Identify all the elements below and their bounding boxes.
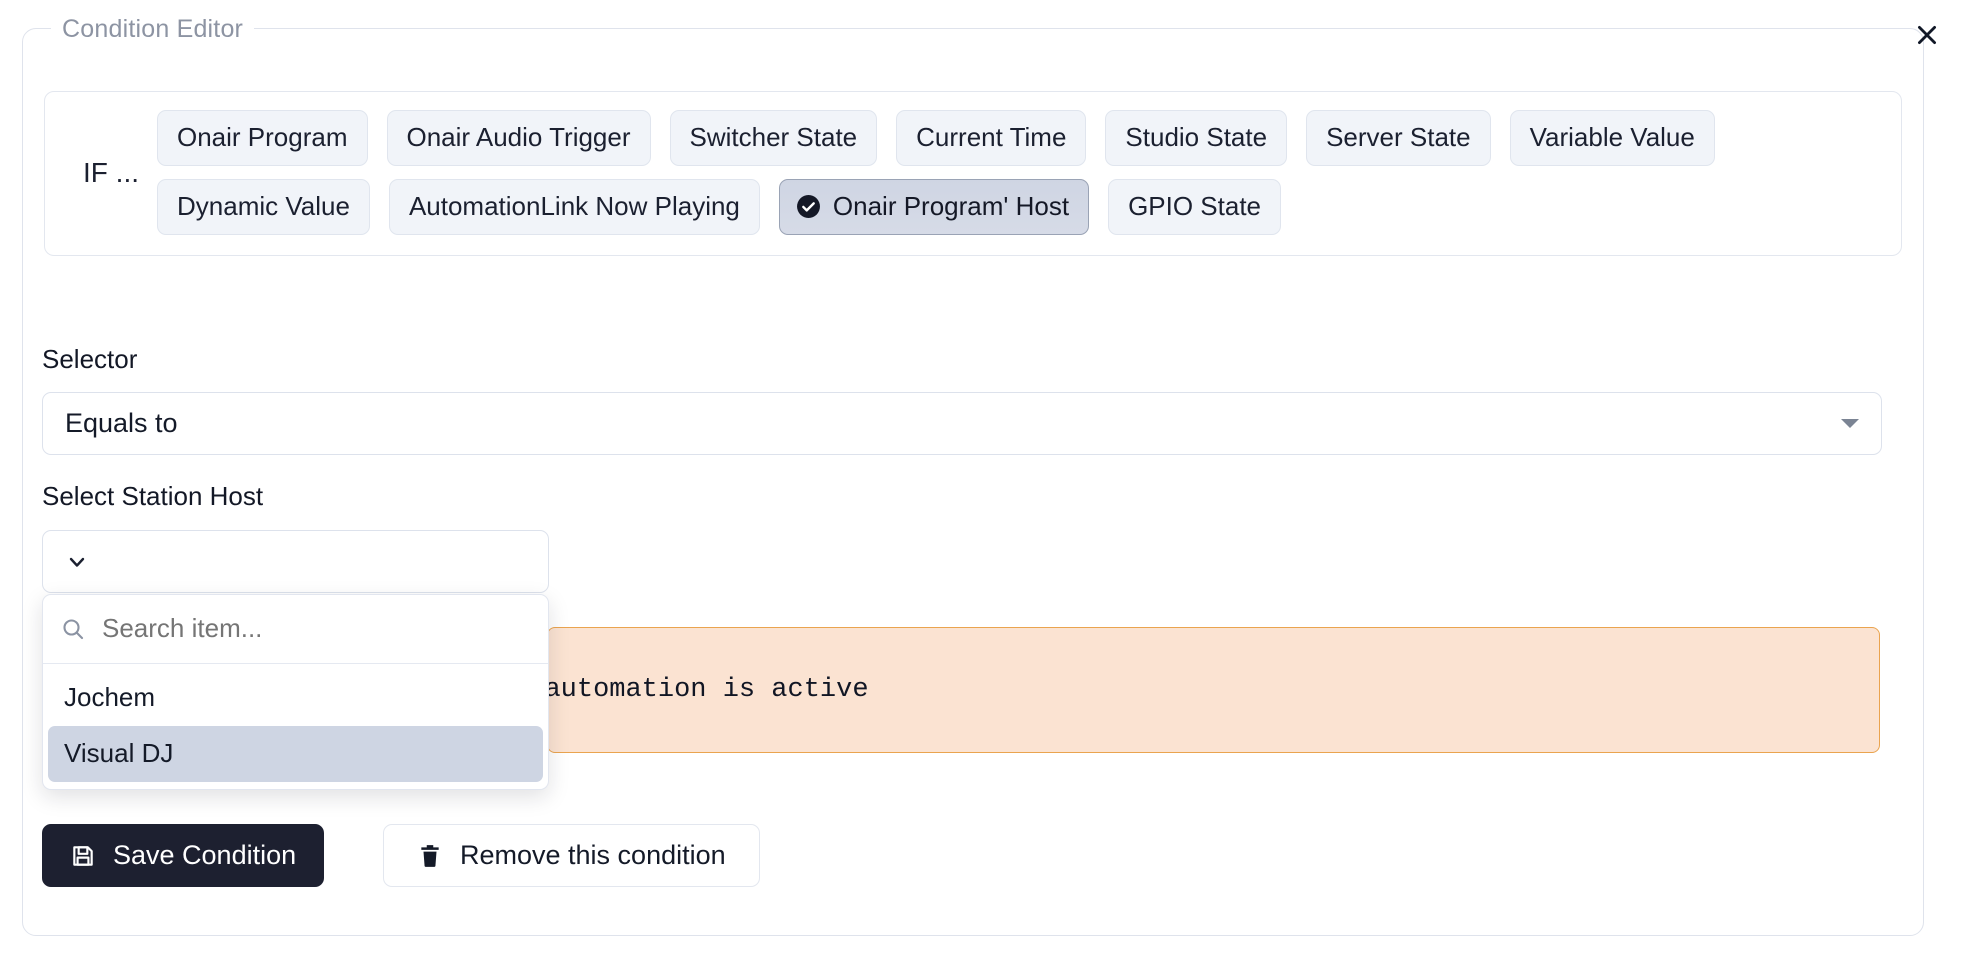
- page-title: Condition Editor: [51, 13, 255, 45]
- chevron-down-icon: [43, 550, 89, 574]
- selector-label: Selector: [42, 344, 138, 374]
- dropdown-item-visual-dj[interactable]: Visual DJ: [48, 726, 543, 782]
- selector-dropdown[interactable]: Equals to: [42, 392, 1882, 455]
- dropdown-item-list: Jochem Visual DJ: [43, 664, 548, 789]
- save-condition-label: Save Condition: [113, 840, 297, 870]
- condition-type-chooser: IF ... Onair Program Onair Audio Trigger…: [44, 91, 1902, 256]
- chip-label: Onair Program' Host: [832, 191, 1070, 221]
- chip-rows: Onair Program Onair Audio Trigger Switch…: [157, 110, 1885, 235]
- preview-tail-text: THEN this automation is active: [547, 675, 869, 705]
- condition-preview-banner: is equal to * THEN this automation is ac…: [547, 627, 1880, 753]
- check-circle-icon: [796, 194, 821, 219]
- selector-value: Equals to: [65, 408, 178, 438]
- chip-studio-state[interactable]: Studio State: [1105, 110, 1288, 166]
- station-host-combobox[interactable]: [42, 530, 549, 593]
- save-condition-button[interactable]: Save Condition: [42, 824, 325, 887]
- trash-icon: [417, 843, 443, 869]
- chip-current-time[interactable]: Current Time: [896, 110, 1087, 166]
- remove-condition-label: Remove this condition: [460, 840, 726, 870]
- chip-server-state[interactable]: Server State: [1306, 110, 1491, 166]
- search-input[interactable]: [100, 612, 530, 645]
- if-label: IF ...: [83, 156, 139, 188]
- chip-onair-program-host[interactable]: Onair Program' Host: [778, 179, 1090, 235]
- chip-gpio-state[interactable]: GPIO State: [1108, 179, 1282, 235]
- preview-text: is equal to * THEN this automation is ac…: [547, 667, 877, 713]
- chip-row-1: Onair Program Onair Audio Trigger Switch…: [157, 110, 1885, 166]
- dropdown-search-row[interactable]: [43, 595, 548, 664]
- remove-condition-button[interactable]: Remove this condition: [383, 824, 760, 887]
- save-icon: [70, 843, 96, 869]
- condition-editor-screen: Condition Editor IF ... Onair Program On…: [0, 0, 1974, 974]
- close-icon[interactable]: [1910, 18, 1944, 52]
- station-host-dropdown-panel: Jochem Visual DJ: [42, 594, 549, 790]
- chip-row-2: Dynamic Value AutomationLink Now Playing…: [157, 179, 1885, 235]
- chip-automationlink-now-playing[interactable]: AutomationLink Now Playing: [388, 179, 760, 235]
- dropdown-item-jochem[interactable]: Jochem: [48, 670, 543, 726]
- chevron-down-icon: [1841, 419, 1859, 428]
- condition-editor-panel: Condition Editor IF ... Onair Program On…: [22, 13, 1924, 936]
- chip-onair-program[interactable]: Onair Program: [157, 110, 368, 166]
- chip-onair-audio-trigger[interactable]: Onair Audio Trigger: [386, 110, 651, 166]
- station-host-label: Select Station Host: [42, 481, 264, 511]
- chip-variable-value[interactable]: Variable Value: [1509, 110, 1715, 166]
- search-icon: [61, 617, 85, 641]
- chip-dynamic-value[interactable]: Dynamic Value: [157, 179, 370, 235]
- chip-switcher-state[interactable]: Switcher State: [669, 110, 878, 166]
